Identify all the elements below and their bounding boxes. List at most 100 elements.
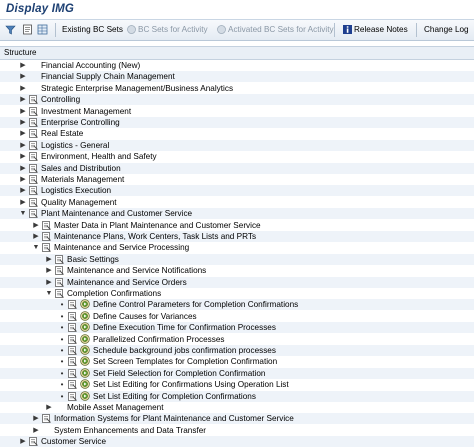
tree-node[interactable]: • Schedule background jobs confirmation p… xyxy=(0,345,474,356)
tree-node-label[interactable]: Basic Settings xyxy=(67,254,119,265)
tree-node[interactable]: ▶ Mobile Asset Management xyxy=(0,402,474,413)
documentation-icon[interactable] xyxy=(55,254,64,264)
bc-sets-for-activity-button[interactable]: BC Sets for Activity xyxy=(138,20,208,40)
tree-node-label[interactable]: Parallelized Confirmation Processes xyxy=(93,334,225,345)
execute-activity-icon[interactable] xyxy=(80,356,90,367)
documentation-icon[interactable] xyxy=(68,311,77,321)
documentation-icon[interactable] xyxy=(29,186,38,196)
tree-node[interactable]: • Define Control Parameters for Completio… xyxy=(0,299,474,311)
tree-node[interactable]: ▶ Basic Settings xyxy=(0,253,474,265)
expand-triangle-icon[interactable]: ▶ xyxy=(19,72,27,81)
execute-activity-icon[interactable] xyxy=(80,322,90,332)
note-icon[interactable] xyxy=(22,24,33,35)
tree-node[interactable]: ▶ Logistics Execution xyxy=(0,185,474,197)
release-notes-button[interactable]: Release Notes xyxy=(354,20,408,40)
expand-triangle-icon[interactable]: ▶ xyxy=(45,266,53,275)
tree-node[interactable]: • Set List Editing for Completion Confirm… xyxy=(0,390,474,402)
documentation-icon[interactable] xyxy=(68,300,77,310)
expand-triangle-icon[interactable]: ▶ xyxy=(19,95,27,104)
tree-node[interactable]: ▶ Quality Management xyxy=(0,197,474,208)
tree-node-label[interactable]: Logistics Execution xyxy=(41,185,111,196)
tree-node[interactable]: • Parallelized Confirmation Processes xyxy=(0,333,474,345)
activated-bc-sets-for-activity-button[interactable]: Activated BC Sets for Activity xyxy=(228,20,334,40)
tree-node[interactable]: ▶ Financial Supply Chain Management xyxy=(0,71,474,83)
tree-node[interactable]: ▶ Information Systems for Plant Maintenan… xyxy=(0,413,474,425)
execute-activity-icon[interactable] xyxy=(80,379,90,389)
tree-node-label[interactable]: Completion Confirmations xyxy=(67,288,161,299)
tree-node[interactable]: ▶ Maintenance and Service Orders xyxy=(0,276,474,288)
tree-node-label[interactable]: Set Field Selection for Completion Confi… xyxy=(93,368,265,379)
documentation-icon[interactable] xyxy=(29,197,38,207)
documentation-icon[interactable] xyxy=(68,323,77,333)
tree-node-label[interactable]: Environment, Health and Safety xyxy=(41,151,157,162)
tree-node[interactable]: ▶ Controlling xyxy=(0,94,474,106)
expand-triangle-icon[interactable]: ▶ xyxy=(19,141,27,150)
execute-activity-icon[interactable] xyxy=(80,345,90,355)
tree-node-label[interactable]: Logistics - General xyxy=(41,140,109,151)
documentation-icon[interactable] xyxy=(55,289,64,298)
tree-node[interactable]: ▶ Logistics - General xyxy=(0,139,474,151)
tree-node-label[interactable]: Define Causes for Variances xyxy=(93,311,197,322)
tree-node-label[interactable]: Maintenance and Service Notifications xyxy=(67,265,206,276)
tree-node[interactable]: ▼ Maintenance and Service Processing xyxy=(0,242,474,253)
tree-node-label[interactable]: Maintenance Plans, Work Centers, Task Li… xyxy=(54,231,256,242)
expand-triangle-icon[interactable]: ▶ xyxy=(45,255,53,264)
expand-triangle-icon[interactable]: ▶ xyxy=(19,186,27,195)
tree-node-label[interactable]: Enterprise Controlling xyxy=(41,117,120,128)
documentation-icon[interactable] xyxy=(68,357,77,367)
tree-node[interactable]: ▶ Real Estate xyxy=(0,128,474,139)
expand-triangle-icon[interactable]: ▶ xyxy=(32,414,40,423)
documentation-icon[interactable] xyxy=(29,140,38,150)
tree-node-label[interactable]: Strategic Enterprise Management/Business… xyxy=(41,83,233,94)
change-log-button[interactable]: Change Log xyxy=(424,20,469,40)
tree-node[interactable]: ▶ Financial Accounting (New) xyxy=(0,60,474,71)
documentation-icon[interactable] xyxy=(42,232,51,241)
collapse-triangle-icon[interactable]: ▼ xyxy=(32,243,40,252)
documentation-icon[interactable] xyxy=(68,391,77,401)
expand-triangle-icon[interactable]: ▶ xyxy=(19,129,27,138)
documentation-icon[interactable] xyxy=(42,243,51,253)
grid-icon[interactable] xyxy=(37,24,48,35)
expand-triangle-icon[interactable]: ▶ xyxy=(19,107,27,116)
tree-node-label[interactable]: Master Data in Plant Maintenance and Cus… xyxy=(54,220,261,231)
tree-node[interactable]: ▶ Investment Management xyxy=(0,106,474,117)
documentation-icon[interactable] xyxy=(68,380,77,390)
expand-triangle-icon[interactable]: ▶ xyxy=(19,198,27,207)
tree-node[interactable]: ▶ Sales and Distribution xyxy=(0,162,474,174)
documentation-icon[interactable] xyxy=(29,152,38,162)
execute-activity-icon[interactable] xyxy=(80,311,90,321)
documentation-icon[interactable] xyxy=(29,129,38,139)
documentation-icon[interactable] xyxy=(29,163,38,173)
tree-node-label[interactable]: Set Screen Templates for Completion Conf… xyxy=(93,356,277,367)
documentation-icon[interactable] xyxy=(29,118,38,127)
tree-node[interactable]: • Set List Editing for Confirmations Usin… xyxy=(0,379,474,390)
tree-node-label[interactable]: Materials Management xyxy=(41,174,124,185)
expand-triangle-icon[interactable]: ▶ xyxy=(19,61,27,70)
tree-node-label[interactable]: Maintenance and Service Orders xyxy=(67,277,187,288)
tree-node[interactable]: ▶ Enterprise Controlling xyxy=(0,117,474,128)
documentation-icon[interactable] xyxy=(42,414,51,424)
tree-node-label[interactable]: Maintenance and Service Processing xyxy=(54,242,189,253)
expand-triangle-icon[interactable]: ▶ xyxy=(19,152,27,161)
collapse-triangle-icon[interactable]: ▼ xyxy=(45,289,53,298)
execute-activity-icon[interactable] xyxy=(80,333,90,344)
expand-triangle-icon[interactable]: ▶ xyxy=(19,437,27,446)
tree-node-label[interactable]: Set List Editing for Completion Confirma… xyxy=(93,391,256,402)
documentation-icon[interactable] xyxy=(29,437,38,447)
documentation-icon[interactable] xyxy=(29,175,38,184)
tree-node-label[interactable]: Define Control Parameters for Completion… xyxy=(93,299,298,310)
existing-bc-sets-button[interactable]: Existing BC Sets xyxy=(62,20,123,40)
expand-triangle-icon[interactable]: ▶ xyxy=(19,164,27,173)
tree-node[interactable]: • Set Screen Templates for Completion Con… xyxy=(0,356,474,367)
expand-triangle-icon[interactable]: ▶ xyxy=(45,278,53,287)
tree-node[interactable]: ▶ System Enhancements and Data Transfer xyxy=(0,425,474,436)
tree-node-label[interactable]: Set List Editing for Confirmations Using… xyxy=(93,379,289,390)
tree-node[interactable]: • Define Execution Time for Confirmation … xyxy=(0,322,474,334)
tree-node-label[interactable]: Define Execution Time for Confirmation P… xyxy=(93,322,276,333)
tree-node-label[interactable]: Controlling xyxy=(41,94,80,105)
documentation-icon[interactable] xyxy=(68,346,77,355)
tree-node-label[interactable]: Mobile Asset Management xyxy=(67,402,163,413)
tree-node[interactable]: ▶ Strategic Enterprise Management/Busines… xyxy=(0,83,474,94)
tree-node[interactable]: ▶ Materials Management xyxy=(0,174,474,185)
tree-node[interactable]: ▶ Maintenance and Service Notifications xyxy=(0,265,474,276)
